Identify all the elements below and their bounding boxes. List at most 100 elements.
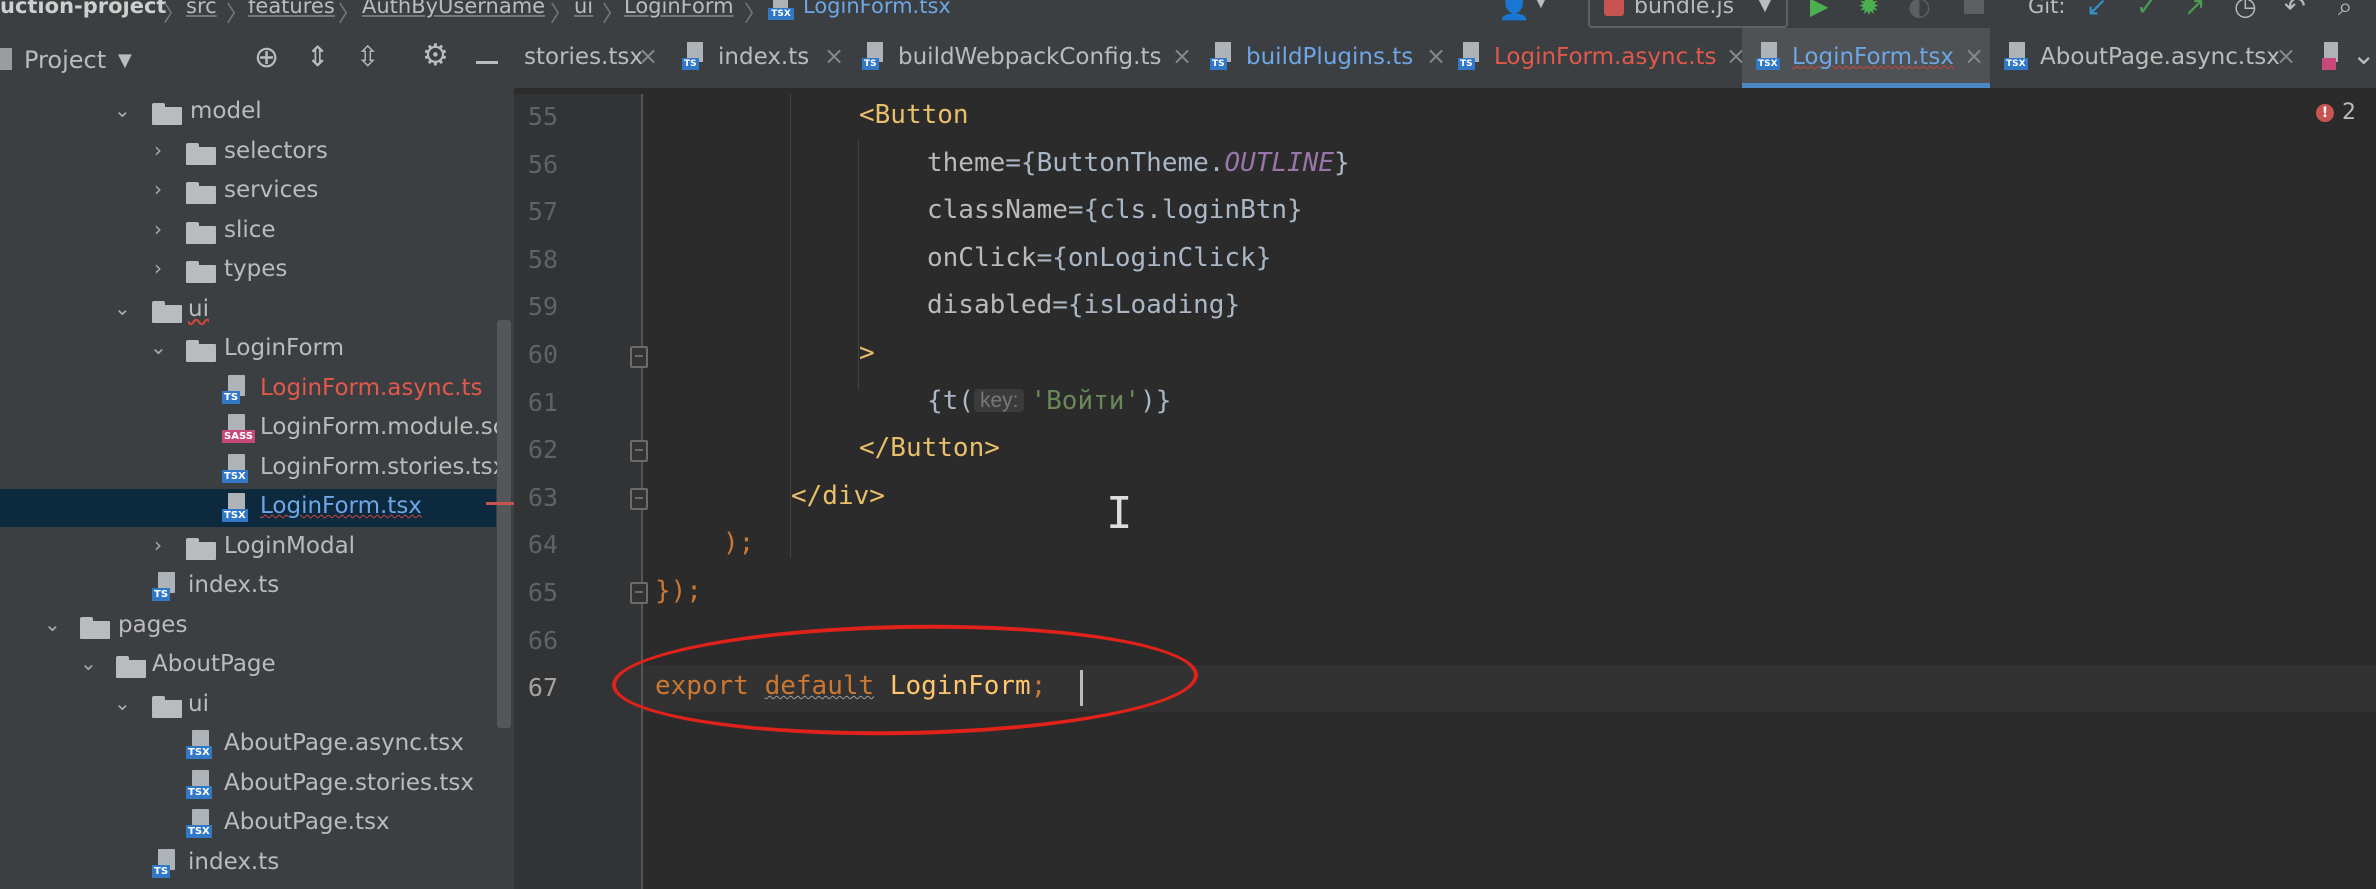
chevron-right-icon[interactable]: ›	[154, 256, 162, 280]
jsx-tag: </div>	[791, 481, 885, 511]
folder-icon	[152, 301, 182, 323]
tab-stories-tsx[interactable]: stories.tsx ×	[514, 28, 662, 88]
tree-item-slice[interactable]: › slice	[0, 213, 496, 251]
tab-buildplugins[interactable]: TS buildPlugins.ts ×	[1210, 28, 1464, 88]
code-editor[interactable]	[643, 94, 2376, 889]
chevron-down-icon[interactable]: ⌄	[114, 691, 131, 715]
git-update-icon[interactable]: ↙	[2086, 0, 2108, 22]
close-icon[interactable]: ×	[1426, 42, 1446, 70]
run-config-select[interactable]: bundle.js ▼	[1588, 0, 1788, 28]
coverage-icon[interactable]: ◐	[1908, 0, 1931, 22]
tab-buildwebpackconfig[interactable]: TS buildWebpackConfig.ts ×	[862, 28, 1196, 88]
tree-item-aboutpage-stories[interactable]: TSX AboutPage.stories.tsx	[0, 766, 496, 804]
chevron-right-icon[interactable]: ›	[154, 138, 162, 162]
breadcrumb-project[interactable]: uction-project	[0, 0, 166, 18]
close-icon[interactable]: ×	[2276, 42, 2296, 70]
tree-item-services[interactable]: › services	[0, 173, 496, 211]
jsx-attr: className	[927, 195, 1068, 225]
folder-icon	[152, 103, 182, 125]
code-token: ={	[1005, 148, 1037, 178]
tree-item-aboutpage-ui[interactable]: ⌄ ui	[0, 687, 496, 725]
ts-file-icon: TS	[1210, 42, 1238, 72]
tab-index-ts[interactable]: TS index.ts ×	[682, 28, 848, 88]
tree-item-selectors[interactable]: › selectors	[0, 134, 496, 172]
tsx-file-icon: TSX	[222, 493, 252, 523]
tree-item-loginform-tsx[interactable]: TSX LoginForm.tsx	[0, 489, 496, 527]
chevron-down-icon[interactable]: ⌄	[80, 651, 97, 675]
run-icon[interactable]: ▶	[1810, 0, 1828, 20]
tab-loginform-async[interactable]: TS LoginForm.async.ts ×	[1458, 28, 1748, 88]
chevron-down-icon[interactable]: ⌄	[114, 296, 131, 320]
tree-item-pages[interactable]: ⌄ pages	[0, 608, 496, 646]
tree-item-model[interactable]: ⌄ model	[0, 94, 496, 132]
chevron-down-icon[interactable]: ⌄	[114, 98, 131, 122]
breadcrumb-loginform[interactable]: LoginForm	[624, 0, 734, 18]
fold-marker-icon[interactable]	[630, 346, 648, 368]
line-number: 66	[527, 626, 558, 655]
debug-icon[interactable]: ✹	[1858, 0, 1880, 22]
tree-item-index-ts[interactable]: TS index.ts	[0, 568, 496, 606]
tree-item-loginform[interactable]: ⌄ LoginForm	[0, 331, 496, 369]
rollback-icon[interactable]: ↶	[2284, 0, 2306, 22]
tree-item-label: LoginForm.module.sc	[260, 414, 506, 440]
breadcrumb-ui[interactable]: ui	[574, 0, 593, 18]
collapse-all-icon[interactable]: ⇳	[356, 40, 379, 73]
git-label: Git:	[2028, 0, 2066, 18]
stop-icon[interactable]	[1964, 0, 1984, 14]
tree-item-loginform-module[interactable]: SASS LoginForm.module.sc	[0, 410, 505, 448]
error-count[interactable]: 2	[2342, 100, 2356, 125]
close-icon[interactable]: ×	[1172, 42, 1192, 70]
chevron-down-icon[interactable]: ▼	[1534, 0, 1548, 11]
gear-icon[interactable]: ⚙	[422, 38, 449, 73]
chevron-down-icon[interactable]: ⌄	[44, 612, 61, 636]
fold-marker-icon[interactable]	[630, 440, 648, 462]
tree-item-loginform-async[interactable]: TS LoginForm.async.ts	[0, 371, 496, 409]
tab-aboutpage-async[interactable]: TSX AboutPage.async.tsx ×	[2004, 28, 2304, 88]
folder-icon	[186, 340, 216, 362]
tree-item-aboutpage[interactable]: ⌄ AboutPage	[0, 647, 496, 685]
git-commit-icon[interactable]: ✓	[2136, 0, 2158, 22]
tree-item-label: AboutPage.async.tsx	[224, 730, 464, 756]
tree-item-label: model	[190, 98, 262, 124]
tree-item-aboutpage-tsx[interactable]: TSX AboutPage.tsx	[0, 805, 496, 843]
breadcrumb-src[interactable]: src	[186, 0, 217, 18]
tree-item-label: AboutPage	[152, 651, 276, 677]
close-icon[interactable]: ×	[824, 42, 844, 70]
fold-marker-icon[interactable]	[630, 488, 648, 510]
close-icon[interactable]: ×	[1964, 42, 1984, 70]
tab-loginform-tsx[interactable]: TSX LoginForm.tsx ×	[1742, 28, 1990, 88]
code-line-59: disabled={isLoading}	[927, 290, 1240, 320]
error-icon[interactable]: !	[2316, 104, 2334, 122]
folder-icon	[116, 656, 146, 678]
close-icon[interactable]: ×	[638, 42, 658, 70]
tree-item-label: ui	[188, 691, 209, 717]
tree-item-aboutpage-async[interactable]: TSX AboutPage.async.tsx	[0, 726, 496, 764]
chevron-right-icon[interactable]: ›	[154, 533, 162, 557]
tabs-overflow-icon[interactable]: ⌄	[2352, 38, 2375, 71]
breadcrumb-authbyusername[interactable]: AuthByUsername	[362, 0, 545, 18]
chevron-right-icon[interactable]: ›	[154, 217, 162, 241]
ts-file-icon: TS	[682, 42, 710, 72]
project-title[interactable]: Project	[24, 46, 106, 74]
breadcrumb-features[interactable]: features	[248, 0, 335, 18]
expand-all-icon[interactable]: ⇕	[306, 40, 329, 73]
git-push-icon[interactable]: ↗	[2184, 0, 2206, 22]
chevron-down-icon[interactable]: ⌄	[150, 335, 167, 359]
tree-item-loginmodal[interactable]: › LoginModal	[0, 529, 496, 567]
chevron-down-icon[interactable]: ▼	[118, 50, 132, 71]
tab-label: buildPlugins.ts	[1246, 44, 1414, 70]
fold-marker-icon[interactable]	[630, 582, 648, 604]
search-everywhere-icon[interactable]: ⌕	[2338, 0, 2353, 23]
history-icon[interactable]: ◷	[2234, 0, 2257, 22]
chevron-right-icon[interactable]: ›	[154, 177, 162, 201]
ts-file-icon: TS	[862, 42, 890, 72]
tree-item-types[interactable]: › types	[0, 252, 496, 290]
crosshair-icon[interactable]: ⊕	[254, 40, 279, 75]
tree-scrollbar[interactable]	[497, 320, 511, 728]
user-icon[interactable]: 👤	[1498, 0, 1530, 22]
minimize-icon[interactable]	[476, 61, 498, 64]
tree-item-loginform-stories[interactable]: TSX LoginForm.stories.tsx	[0, 450, 506, 488]
tree-item-pages-index-ts[interactable]: TS index.ts	[0, 845, 496, 883]
breadcrumb-file[interactable]: LoginForm.tsx	[803, 0, 951, 18]
tree-item-ui[interactable]: ⌄ ui	[0, 292, 496, 330]
